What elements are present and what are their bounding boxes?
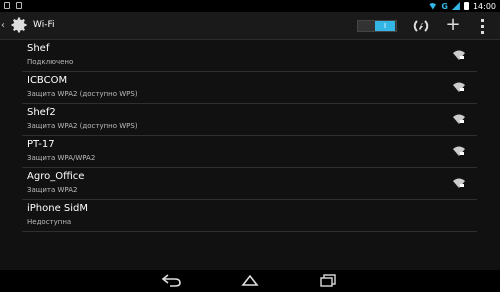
network-row[interactable]: Agro_Office Защита WPA2 — [22, 168, 477, 200]
network-name: iPhone SidM — [27, 203, 89, 214]
notification-icon — [16, 2, 22, 9]
back-icon[interactable] — [162, 273, 182, 287]
network-row[interactable]: ICBCOM Защита WPA2 (доступно WPS) — [22, 72, 477, 104]
wifi-toggle[interactable]: I — [357, 20, 397, 32]
network-status: Защита WPA2 — [27, 186, 78, 194]
status-bar: G 14:00 — [0, 0, 500, 12]
network-status: Защита WPA/WPA2 — [27, 154, 96, 162]
network-row[interactable]: Shef2 Защита WPA2 (доступно WPS) — [22, 104, 477, 136]
network-list: Shef Подключено ICBCOM Защита WPA2 (дост… — [0, 40, 500, 270]
navigation-bar — [0, 270, 500, 292]
toggle-knob: I — [375, 21, 395, 31]
wifi-lock-icon — [453, 82, 465, 92]
page-title: Wi-Fi — [33, 20, 55, 30]
battery-icon — [463, 2, 469, 10]
wifi-lock-icon — [453, 178, 465, 188]
network-row[interactable]: PT-17 Защита WPA/WPA2 — [22, 136, 477, 168]
overflow-menu-icon[interactable] — [478, 18, 486, 34]
network-name: Agro_Office — [27, 171, 85, 182]
network-name: Shef2 — [27, 107, 56, 118]
recents-icon[interactable] — [318, 273, 338, 287]
add-icon[interactable]: + — [444, 16, 462, 34]
wifi-lock-icon — [453, 114, 465, 124]
network-name: PT-17 — [27, 139, 55, 150]
home-icon[interactable] — [240, 273, 260, 287]
action-bar: ‹ Wi-Fi I + — [0, 12, 500, 40]
up-caret-icon[interactable]: ‹ — [1, 20, 5, 31]
wifi-lock-icon — [453, 50, 465, 60]
cell-signal-icon — [451, 2, 460, 10]
status-icons: G 14:00 — [428, 0, 496, 12]
network-status: Недоступна — [27, 218, 72, 226]
network-row[interactable]: Shef Подключено — [22, 40, 477, 72]
clock: 14:00 — [472, 1, 496, 11]
network-name: ICBCOM — [27, 75, 68, 86]
network-status: Защита WPA2 (доступно WPS) — [27, 90, 138, 98]
wps-icon[interactable] — [413, 19, 429, 33]
notification-icons — [4, 2, 22, 9]
network-type-label: G — [441, 1, 448, 11]
network-status: Подключено — [27, 58, 74, 66]
wifi-signal-icon — [428, 2, 438, 10]
network-name: Shef — [27, 43, 50, 54]
wifi-lock-icon — [453, 146, 465, 156]
notification-icon — [4, 2, 10, 9]
network-row[interactable]: iPhone SidM Недоступна — [22, 200, 477, 232]
gear-icon[interactable] — [9, 15, 29, 35]
network-status: Защита WPA2 (доступно WPS) — [27, 122, 138, 130]
